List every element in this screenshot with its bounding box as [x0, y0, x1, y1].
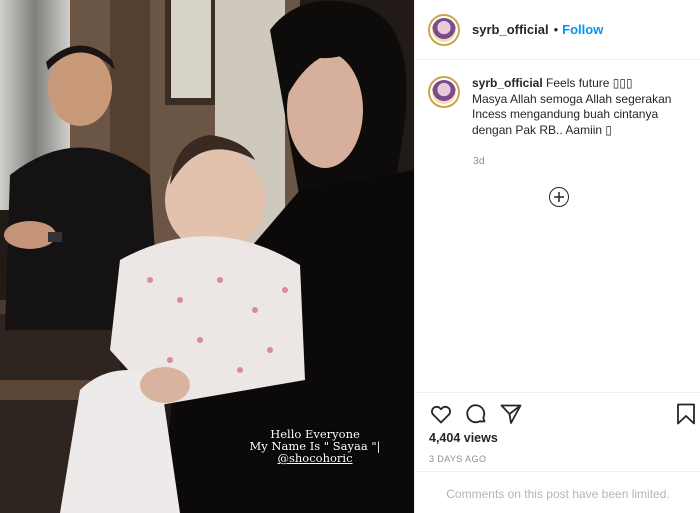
view-count[interactable]: 4,404 views	[429, 431, 498, 445]
paper-plane-icon[interactable]	[499, 402, 523, 426]
caption-text: syrb_official Feels future ▯▯▯ Masya All…	[472, 76, 671, 138]
caption-timestamp: 3d	[473, 155, 485, 167]
bookmark-icon[interactable]	[674, 402, 698, 426]
video-overlay-handle: @shocohoric	[277, 451, 353, 465]
divider	[415, 392, 700, 393]
caption-avatar[interactable]	[428, 76, 460, 108]
follow-button[interactable]: Follow	[562, 22, 603, 37]
separator-dot: •	[553, 22, 559, 37]
comment-icon[interactable]	[464, 402, 488, 426]
heart-icon[interactable]	[429, 402, 453, 426]
caption-line-1: Feels future ▯▯▯	[546, 76, 633, 90]
post-video[interactable]: Hello Everyone My Name Is " Sayaa "| @sh…	[0, 0, 414, 513]
post-header: syrb_official • Follow	[415, 0, 700, 60]
comments-limited-notice: Comments on this post have been limited.	[446, 487, 670, 501]
username-link[interactable]: syrb_official	[472, 22, 549, 37]
avatar[interactable]	[428, 13, 460, 46]
post-actions	[429, 402, 695, 426]
post-details-panel: syrb_official • Follow syrb_official Fee…	[414, 0, 700, 513]
post-date[interactable]: 3 DAYS AGO	[429, 454, 486, 464]
video-text-overlay: Hello Everyone My Name Is " Sayaa "| @sh…	[230, 428, 400, 464]
divider	[415, 471, 700, 472]
plus-circle-icon[interactable]	[549, 187, 569, 207]
caption-line-2: Masya Allah semoga Allah segerakan	[472, 91, 672, 106]
post-caption: syrb_official Feels future ▯▯▯ Masya All…	[428, 76, 693, 138]
caption-line-3: Incess mengandung buah cintanya	[472, 107, 659, 121]
caption-username[interactable]: syrb_official	[472, 76, 543, 90]
caption-line-4: dengan Pak RB.. Aamiin ▯	[472, 122, 613, 137]
